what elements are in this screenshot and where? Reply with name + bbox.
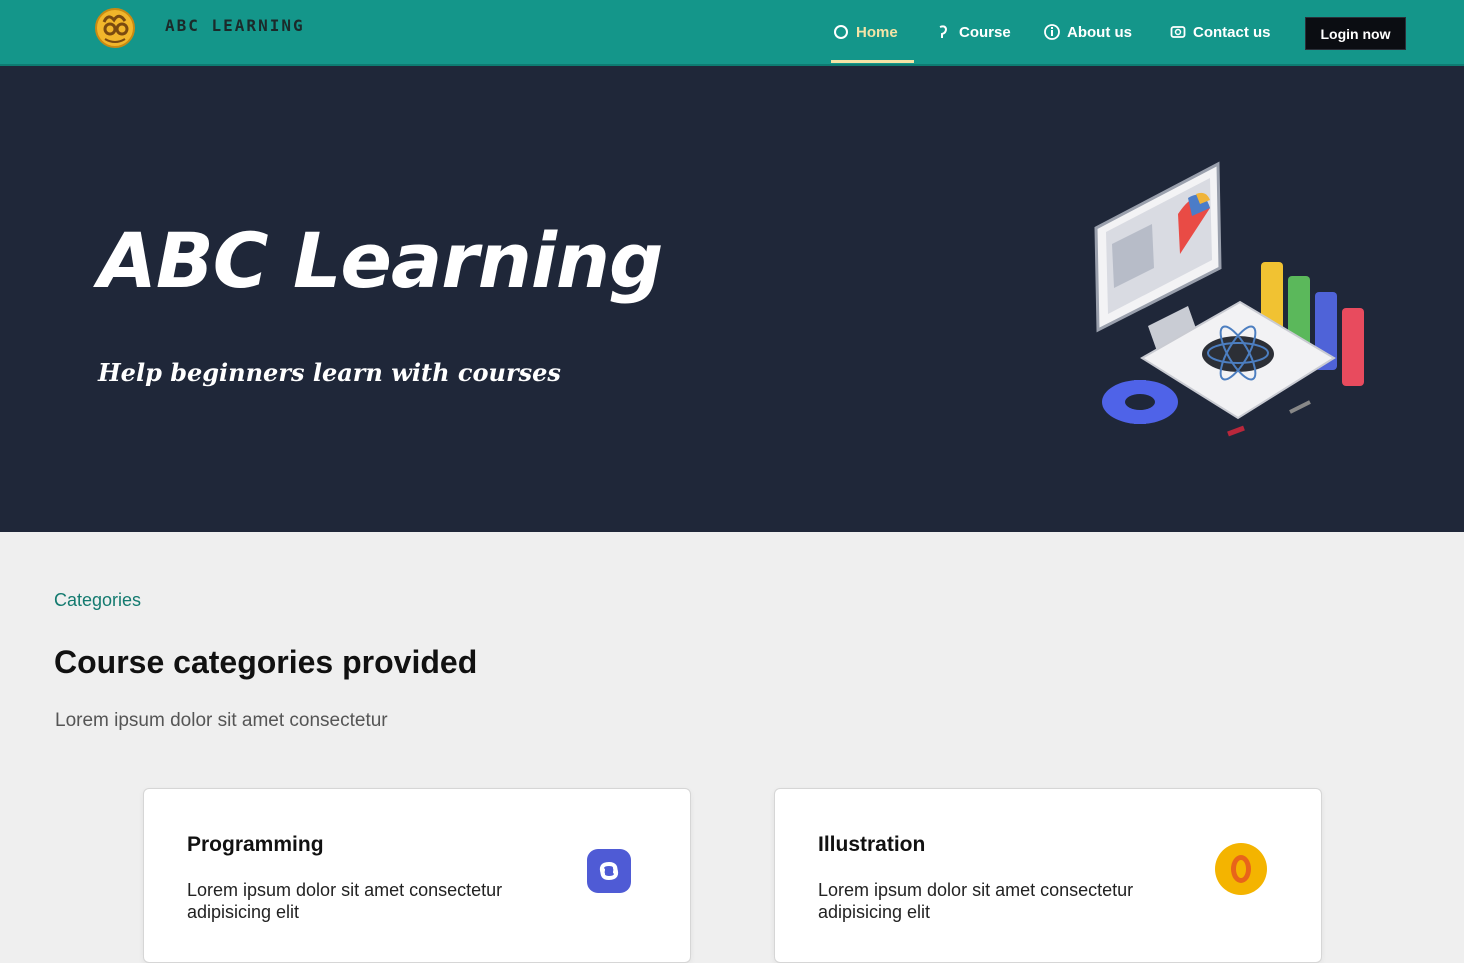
- contact-icon: [1170, 26, 1186, 38]
- nav-item-home[interactable]: Home: [833, 20, 898, 44]
- book-icon: [939, 25, 948, 38]
- nav-item-label: About us: [1067, 23, 1132, 41]
- brand-name: ABC LEARNING: [165, 16, 305, 35]
- login-button[interactable]: Login now: [1305, 17, 1406, 50]
- nav-item-contact[interactable]: Contact us: [1170, 20, 1271, 44]
- section-title: Course categories provided: [54, 644, 478, 680]
- hero-subtitle: Help beginners learn with courses: [98, 358, 561, 387]
- category-card-illustration[interactable]: Illustration Lorem ipsum dolor sit amet …: [774, 788, 1322, 963]
- code-icon: [587, 849, 631, 893]
- logo-icon[interactable]: [91, 4, 139, 50]
- top-navbar: ABC LEARNING Home Course About us Contac…: [0, 0, 1464, 66]
- info-icon: [1044, 24, 1060, 40]
- category-card-programming[interactable]: Programming Lorem ipsum dolor sit amet c…: [143, 788, 691, 963]
- home-icon: [834, 25, 848, 39]
- card-description: Lorem ipsum dolor sit amet consectetur a…: [187, 880, 503, 922]
- nav-item-label: Home: [856, 23, 898, 41]
- active-tab-indicator: [831, 60, 914, 63]
- section-eyebrow: Categories: [54, 590, 142, 610]
- card-title: Illustration: [818, 833, 926, 856]
- coin-icon: [1215, 843, 1267, 895]
- nav-item-about[interactable]: About us: [1044, 20, 1132, 44]
- card-description: Lorem ipsum dolor sit amet consectetur a…: [818, 880, 1134, 922]
- gear-icon: [1102, 380, 1178, 424]
- hero-illustration: [1094, 161, 1364, 437]
- card-title: Programming: [187, 833, 324, 856]
- section-description: Lorem ipsum dolor sit amet consectetur: [55, 710, 388, 731]
- nav-item-course[interactable]: Course: [936, 20, 1011, 44]
- hero-banner: ABC Learning Help beginners learn with c…: [0, 66, 1464, 532]
- nav-item-label: Course: [959, 23, 1011, 41]
- hero-title: ABC Learning: [98, 216, 663, 305]
- nav-item-label: Contact us: [1193, 23, 1271, 41]
